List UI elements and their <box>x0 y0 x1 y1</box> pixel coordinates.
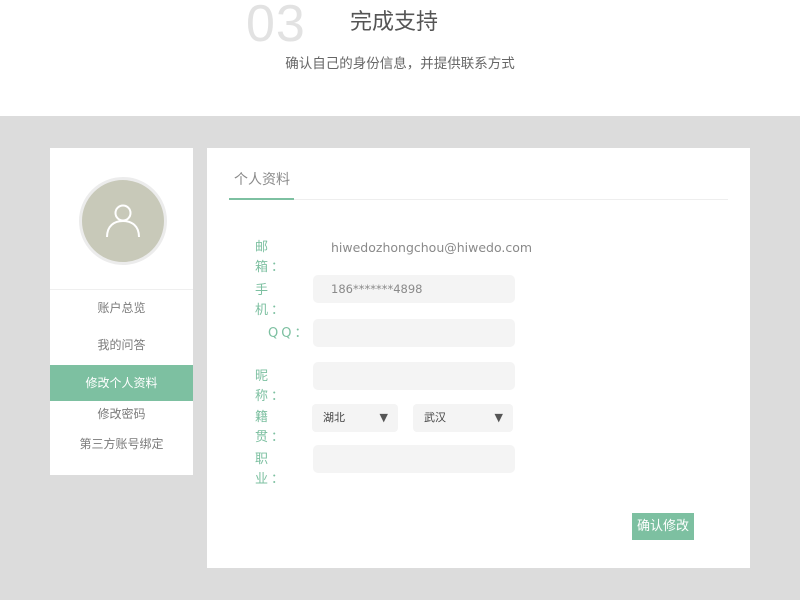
phone-field[interactable] <box>313 275 515 303</box>
phone-label: 手 机： <box>255 283 288 318</box>
sidebar-item-my-qa[interactable]: 我的问答 <box>50 335 193 355</box>
tab-active-indicator <box>229 198 294 200</box>
city-select[interactable]: 武汉 ▼ <box>413 404 513 432</box>
occupation-field[interactable] <box>313 445 515 473</box>
tab-divider <box>229 199 728 200</box>
user-icon <box>106 204 140 238</box>
province-value: 湖北 <box>323 411 345 424</box>
sidebar-item-account-overview[interactable]: 账户总览 <box>50 298 193 318</box>
sidebar-divider <box>50 289 193 290</box>
sidebar-item-third-party-binding[interactable]: 第三方账号绑定 <box>50 434 193 454</box>
avatar[interactable] <box>79 177 167 265</box>
sidebar-item-change-password[interactable]: 修改密码 <box>50 404 193 424</box>
province-select[interactable]: 湖北 ▼ <box>312 404 398 432</box>
profile-panel: 个人资料 邮 箱： hiwedozhongchou@hiwedo.com 手 机… <box>207 148 750 568</box>
qq-label: QQ： <box>268 326 311 341</box>
nickname-label: 昵 称： <box>255 369 288 404</box>
chevron-down-icon: ▼ <box>379 411 388 424</box>
step-number: 03 <box>246 0 306 53</box>
email-value: hiwedozhongchou@hiwedo.com <box>331 240 533 255</box>
nickname-field[interactable] <box>313 362 515 390</box>
city-value: 武汉 <box>424 411 446 424</box>
hometown-label: 籍 贯： <box>255 410 288 445</box>
step-subtitle: 确认自己的身份信息，并提供联系方式 <box>285 56 515 72</box>
tab-profile[interactable]: 个人资料 <box>229 168 295 192</box>
step-title: 完成支持 <box>350 10 439 35</box>
confirm-changes-button[interactable]: 确认修改 <box>632 513 694 540</box>
chevron-down-icon: ▼ <box>494 411 503 424</box>
sidebar: 账户总览 我的问答 修改个人资料 修改密码 第三方账号绑定 <box>50 148 193 475</box>
occupation-label: 职 业： <box>255 452 288 487</box>
sidebar-item-edit-profile[interactable]: 修改个人资料 <box>50 365 193 401</box>
page-header: 03 完成支持 确认自己的身份信息，并提供联系方式 <box>0 0 800 116</box>
qq-field[interactable] <box>313 319 515 347</box>
email-label: 邮 箱： <box>255 240 288 275</box>
